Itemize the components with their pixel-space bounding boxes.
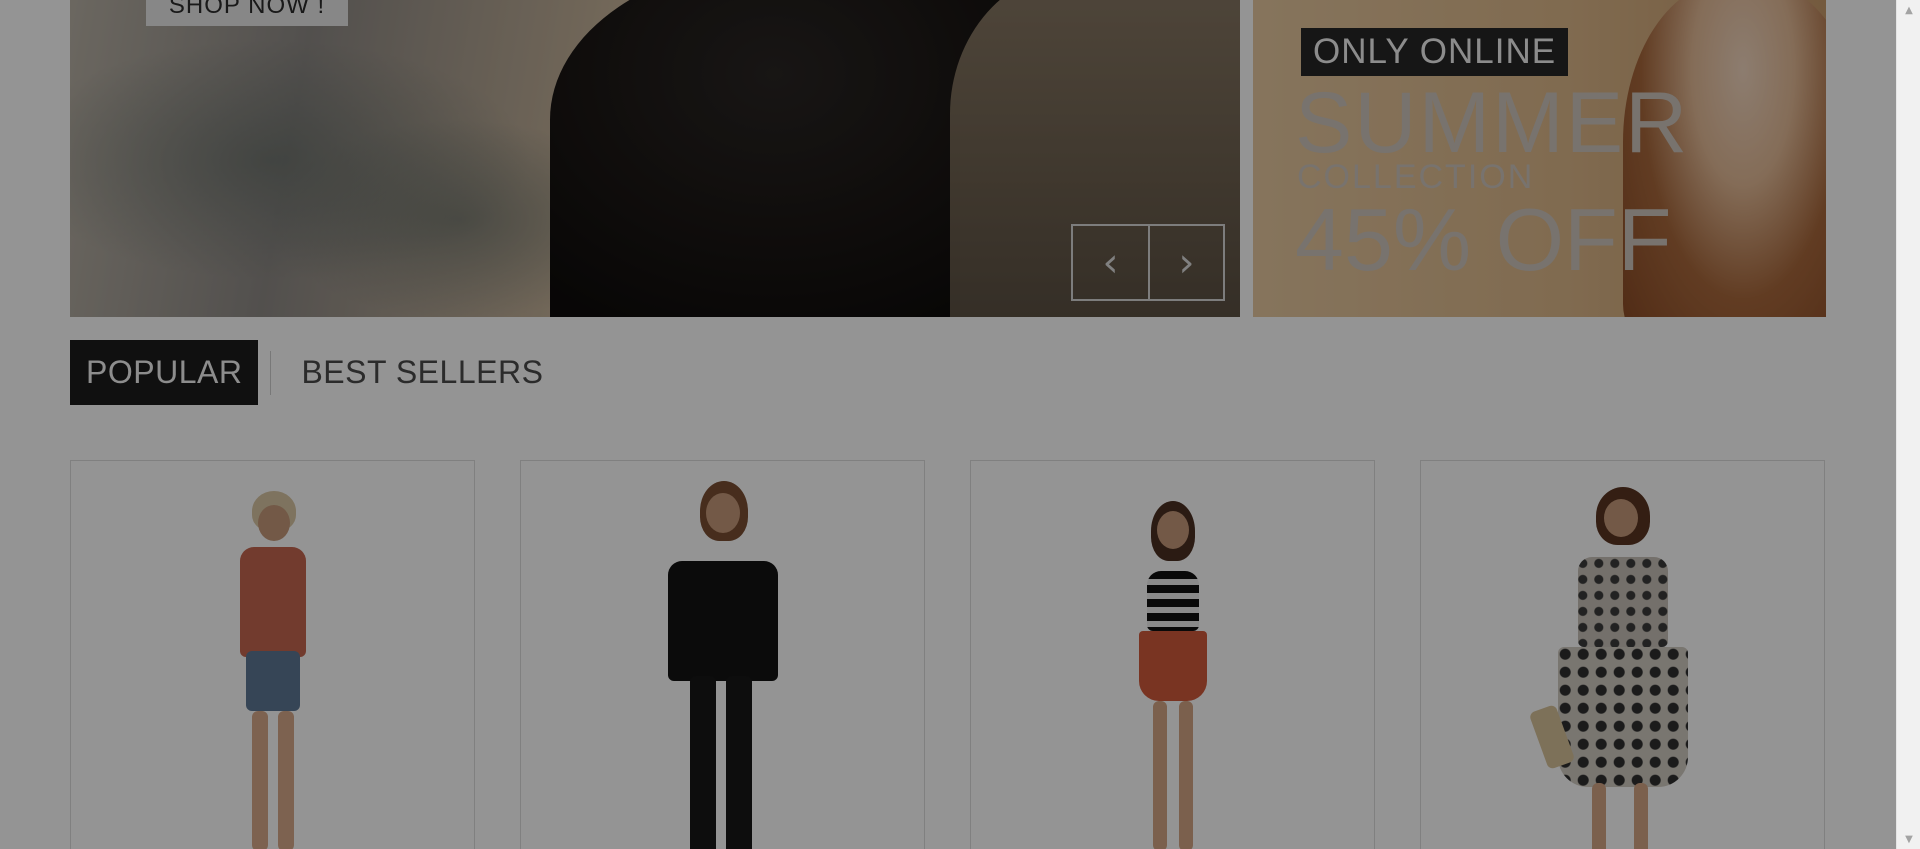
promo-tag: ONLY ONLINE [1301,28,1569,76]
chevron-left-icon[interactable]: ‹ [1073,226,1148,299]
page: SHOP NOW ! ‹ › ONLY ONLINE SUMMER COLLEC… [0,0,1896,849]
promo-headline: SUMMER [1295,75,1690,171]
slider-nav: ‹ › [1071,224,1225,301]
tab-best-sellers[interactable]: BEST SELLERS [285,340,559,405]
shop-now-button[interactable]: SHOP NOW ! [146,0,348,26]
product-tabs: POPULAR BEST SELLERS [70,340,559,405]
page-scrollbar[interactable]: ▲ ▼ [1896,0,1920,849]
product-card[interactable] [520,460,925,849]
tab-popular[interactable]: POPULAR [70,340,259,405]
product-card[interactable] [1420,460,1825,849]
product-grid [70,460,1825,849]
summer-promo-banner[interactable]: ONLY ONLINE SUMMER COLLECTION 45% OFF [1253,0,1826,317]
scroll-up-icon[interactable]: ▲ [1897,0,1920,20]
product-card[interactable] [70,460,475,849]
product-card[interactable] [970,460,1375,849]
promo-subheadline: COLLECTION [1297,158,1535,196]
product-image [638,481,808,849]
promo-discount: 45% OFF [1295,190,1672,289]
scroll-down-icon[interactable]: ▼ [1897,829,1920,849]
tab-divider [270,350,272,395]
product-image [1528,487,1708,849]
hero-slider[interactable]: SHOP NOW ! ‹ › [70,0,1240,317]
chevron-right-icon[interactable]: › [1148,226,1223,299]
product-image [218,491,328,849]
product-image [1113,501,1233,849]
